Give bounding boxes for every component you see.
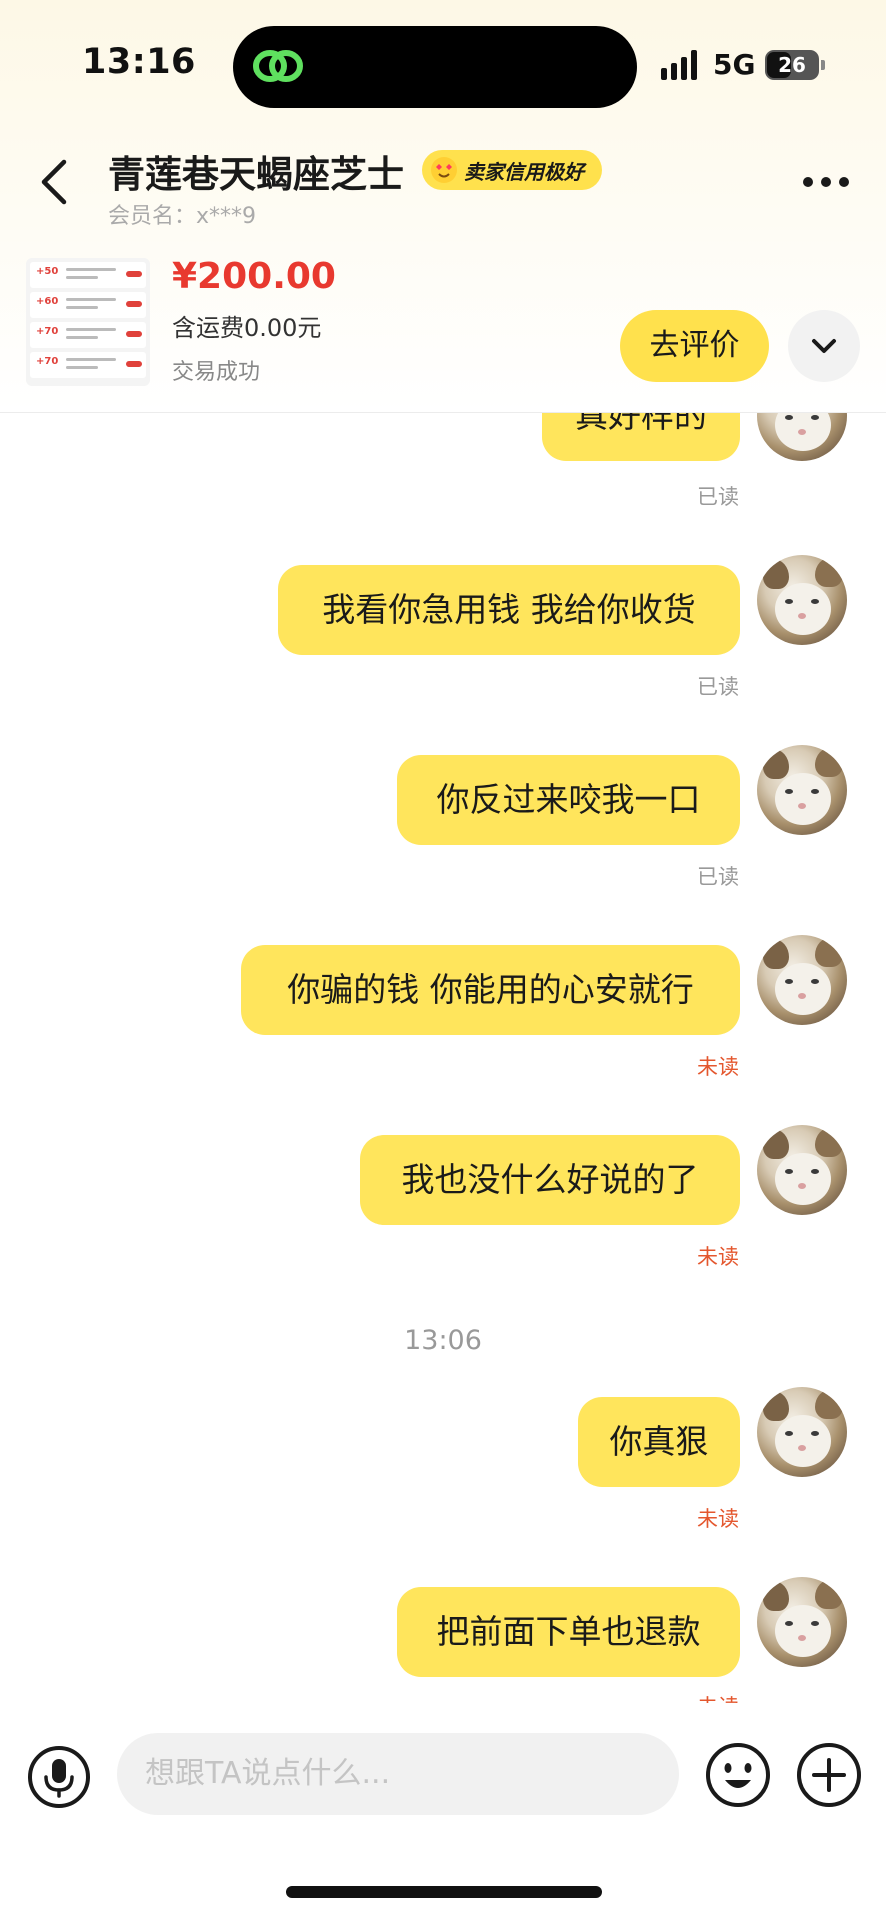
battery-icon: 26 [765, 50, 825, 80]
avatar[interactable] [757, 413, 847, 461]
time-separator: 13:06 [404, 1325, 482, 1356]
avatar[interactable] [757, 1125, 847, 1215]
avatar[interactable] [757, 1577, 847, 1667]
microphone-icon[interactable] [27, 1745, 91, 1809]
avatar[interactable] [757, 745, 847, 835]
more-icon[interactable] [800, 172, 852, 192]
order-price: ¥200.00 [172, 256, 336, 297]
network-label: 5G [713, 48, 756, 81]
avatar[interactable] [757, 555, 847, 645]
read-receipt: 已读 [697, 675, 739, 699]
thumb-price: +70 [36, 356, 59, 367]
unread-receipt: 未读 [697, 1055, 739, 1079]
product-thumbnail[interactable]: +50 +60 +70 +70 [26, 258, 150, 386]
message-bubble[interactable]: 真好样的 [542, 413, 740, 461]
thumb-price: +70 [36, 326, 59, 337]
message-input-placeholder: 想跟TA说点什么... [145, 1756, 391, 1791]
thumb-price: +50 [36, 266, 59, 277]
battery-level: 26 [778, 53, 806, 77]
chat-screen: 13:16 5G 26 青莲巷天蝎座芝士 卖家信用极好 会员名：x***9 +5… [0, 0, 886, 1920]
message-bubble[interactable]: 你反过来咬我一口 [397, 755, 740, 845]
status-time: 13:16 [82, 42, 196, 82]
home-indicator[interactable] [286, 1886, 602, 1898]
read-receipt: 已读 [697, 865, 739, 889]
heart-eyes-emoji-icon [431, 157, 457, 183]
unread-receipt: 未读 [697, 1691, 739, 1703]
plus-icon[interactable] [796, 1742, 862, 1808]
credit-badge-label: 卖家信用极好 [464, 159, 584, 184]
chevron-down-icon[interactable] [788, 310, 860, 382]
credit-badge: 卖家信用极好 [422, 150, 602, 190]
message-bubble[interactable]: 你骗的钱 你能用的心安就行 [241, 945, 740, 1035]
member-name: 会员名：x***9 [108, 204, 257, 229]
message-bubble[interactable]: 你真狠 [578, 1397, 740, 1487]
message-bubble[interactable]: 把前面下单也退款 [397, 1587, 740, 1677]
link-icon [253, 50, 303, 82]
page-title: 青莲巷天蝎座芝士 [108, 153, 404, 196]
message-bubble[interactable]: 我看你急用钱 我给你收货 [278, 565, 740, 655]
message-input[interactable]: 想跟TA说点什么... [117, 1733, 679, 1815]
thumb-price: +60 [36, 296, 59, 307]
review-button[interactable]: 去评价 [620, 310, 769, 382]
avatar[interactable] [757, 1387, 847, 1477]
unread-receipt: 未读 [697, 1507, 739, 1531]
order-status: 交易成功 [172, 360, 261, 385]
read-receipt: 已读 [697, 485, 739, 509]
back-icon[interactable] [34, 156, 74, 208]
order-shipping: 含运费0.00元 [172, 314, 322, 342]
avatar[interactable] [757, 935, 847, 1025]
message-bubble[interactable]: 我也没什么好说的了 [360, 1135, 740, 1225]
signal-icon [661, 50, 697, 80]
emoji-icon[interactable] [705, 1742, 771, 1808]
unread-receipt: 未读 [697, 1245, 739, 1269]
message-list[interactable]: 真好样的 已读 我看你急用钱 我给你收货 已读 你反过来咬我一口 已读 你骗的钱… [0, 413, 886, 1703]
